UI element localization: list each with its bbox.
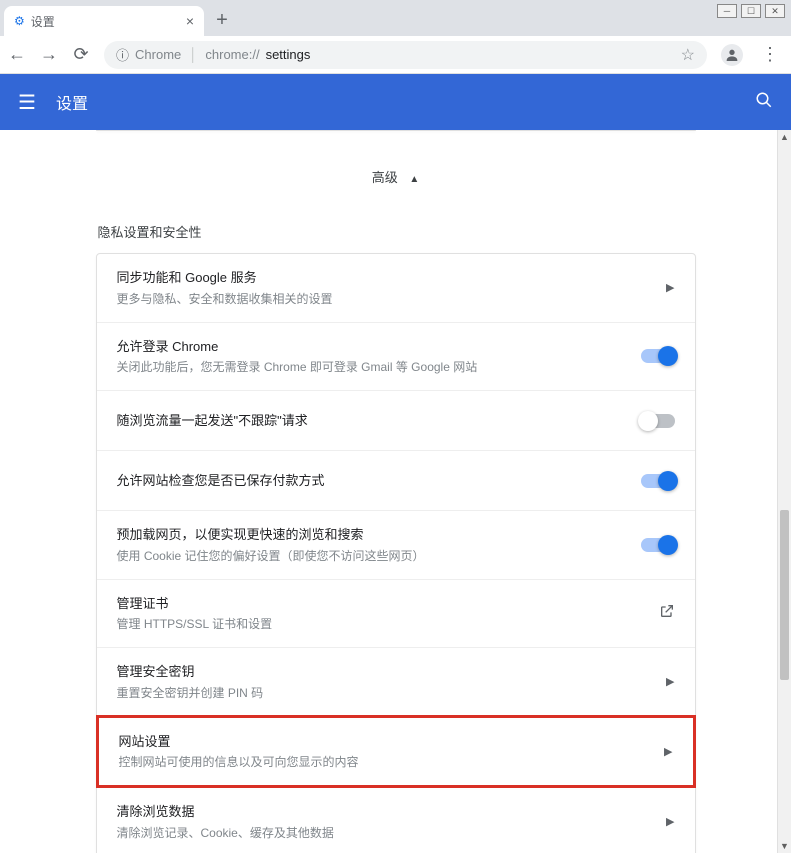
row-payment-method-check[interactable]: 允许网站检查您是否已保存付款方式 xyxy=(97,450,695,510)
search-settings-button[interactable] xyxy=(755,91,773,114)
row-title: 随浏览流量一起发送"不跟踪"请求 xyxy=(117,411,629,431)
gear-icon: ⚙ xyxy=(14,14,25,28)
window-minimize-button[interactable]: ─ xyxy=(717,4,737,18)
omnibox-chip: Chrome xyxy=(135,47,181,62)
window-maximize-button[interactable]: ☐ xyxy=(741,4,761,18)
row-subtitle: 更多与隐私、安全和数据收集相关的设置 xyxy=(117,290,655,308)
row-title: 管理安全密钥 xyxy=(117,662,655,682)
scroll-down-button[interactable]: ▼ xyxy=(778,839,791,853)
profile-avatar-button[interactable] xyxy=(721,44,743,66)
omnibox-separator: │ xyxy=(189,47,197,62)
row-title: 同步功能和 Google 服务 xyxy=(117,268,655,288)
scrollbar-thumb[interactable] xyxy=(780,510,789,680)
chevron-right-icon: ▶ xyxy=(664,745,672,758)
page-title: 设置 xyxy=(56,90,88,114)
reload-button[interactable]: ⟳ xyxy=(72,44,90,65)
browser-toolbar: ← → ⟳ ⓘ Chrome │ chrome:// settings ☆ ⋮ xyxy=(0,36,791,74)
privacy-card: 同步功能和 Google 服务 更多与隐私、安全和数据收集相关的设置 ▶ 允许登… xyxy=(96,253,696,853)
advanced-label: 高级 xyxy=(372,170,398,185)
row-subtitle: 管理 HTTPS/SSL 证书和设置 xyxy=(117,615,647,633)
tab-title: 设置 xyxy=(31,13,55,30)
toggle-preload[interactable] xyxy=(641,538,675,552)
site-info-icon[interactable]: ⓘ xyxy=(116,45,129,64)
row-title: 预加载网页，以便实现更快速的浏览和搜索 xyxy=(117,525,629,545)
toggle-do-not-track[interactable] xyxy=(641,414,675,428)
tab-close-button[interactable]: × xyxy=(186,13,194,29)
row-subtitle: 清除浏览记录、Cookie、缓存及其他数据 xyxy=(117,824,655,842)
tab-strip: ⚙ 设置 × + xyxy=(0,0,791,36)
row-clear-browsing-data[interactable]: 清除浏览数据 清除浏览记录、Cookie、缓存及其他数据 ▶ xyxy=(97,787,695,853)
row-allow-chrome-signin[interactable]: 允许登录 Chrome 关闭此功能后，您无需登录 Chrome 即可登录 Gma… xyxy=(97,322,695,391)
row-title: 网站设置 xyxy=(119,732,653,752)
person-icon xyxy=(724,47,740,63)
advanced-section-toggle[interactable]: 高级 ▲ xyxy=(96,139,696,206)
row-title: 允许登录 Chrome xyxy=(117,337,629,357)
vertical-scrollbar[interactable]: ▲ ▼ xyxy=(777,130,791,853)
omnibox-url-scheme: chrome:// xyxy=(205,47,259,62)
menu-hamburger-button[interactable]: ☰ xyxy=(18,90,36,115)
previous-card-tail xyxy=(96,130,696,131)
row-subtitle: 关闭此功能后，您无需登录 Chrome 即可登录 Gmail 等 Google … xyxy=(117,358,629,376)
row-title: 允许网站检查您是否已保存付款方式 xyxy=(117,471,629,491)
search-icon xyxy=(755,91,773,109)
address-bar[interactable]: ⓘ Chrome │ chrome:// settings ☆ xyxy=(104,41,707,69)
row-subtitle: 使用 Cookie 记住您的偏好设置（即使您不访问这些网页） xyxy=(117,547,629,565)
chevron-right-icon: ▶ xyxy=(666,815,674,828)
chevron-up-icon: ▲ xyxy=(409,174,419,185)
row-title: 管理证书 xyxy=(117,594,647,614)
external-link-icon xyxy=(659,603,675,624)
browser-menu-button[interactable]: ⋮ xyxy=(757,44,783,65)
chevron-right-icon: ▶ xyxy=(666,675,674,688)
toggle-allow-signin[interactable] xyxy=(641,349,675,363)
scroll-up-button[interactable]: ▲ xyxy=(778,130,791,144)
row-sync-google-services[interactable]: 同步功能和 Google 服务 更多与隐私、安全和数据收集相关的设置 ▶ xyxy=(97,254,695,322)
browser-tab-settings[interactable]: ⚙ 设置 × xyxy=(4,6,204,36)
row-site-settings[interactable]: 网站设置 控制网站可使用的信息以及可向您显示的内容 ▶ xyxy=(96,715,696,789)
row-preload-pages[interactable]: 预加载网页，以便实现更快速的浏览和搜索 使用 Cookie 记住您的偏好设置（即… xyxy=(97,510,695,579)
forward-button[interactable]: → xyxy=(40,44,58,65)
back-button[interactable]: ← xyxy=(8,44,26,65)
row-manage-security-keys[interactable]: 管理安全密钥 重置安全密钥并创建 PIN 码 ▶ xyxy=(97,647,695,716)
row-manage-certificates[interactable]: 管理证书 管理 HTTPS/SSL 证书和设置 xyxy=(97,579,695,648)
row-title: 清除浏览数据 xyxy=(117,802,655,822)
window-close-button[interactable]: ✕ xyxy=(765,4,785,18)
new-tab-button[interactable]: + xyxy=(208,6,236,34)
chevron-right-icon: ▶ xyxy=(666,281,674,294)
section-title-privacy: 隐私设置和安全性 xyxy=(96,206,696,253)
settings-content-area: 高级 ▲ 隐私设置和安全性 同步功能和 Google 服务 更多与隐私、安全和数… xyxy=(0,130,791,853)
omnibox-url-path: settings xyxy=(266,47,311,62)
row-do-not-track[interactable]: 随浏览流量一起发送"不跟踪"请求 xyxy=(97,390,695,450)
bookmark-star-icon[interactable]: ☆ xyxy=(681,45,695,65)
row-subtitle: 控制网站可使用的信息以及可向您显示的内容 xyxy=(119,753,653,771)
row-subtitle: 重置安全密钥并创建 PIN 码 xyxy=(117,684,655,702)
toggle-payment-check[interactable] xyxy=(641,474,675,488)
settings-header: ☰ 设置 xyxy=(0,74,791,130)
